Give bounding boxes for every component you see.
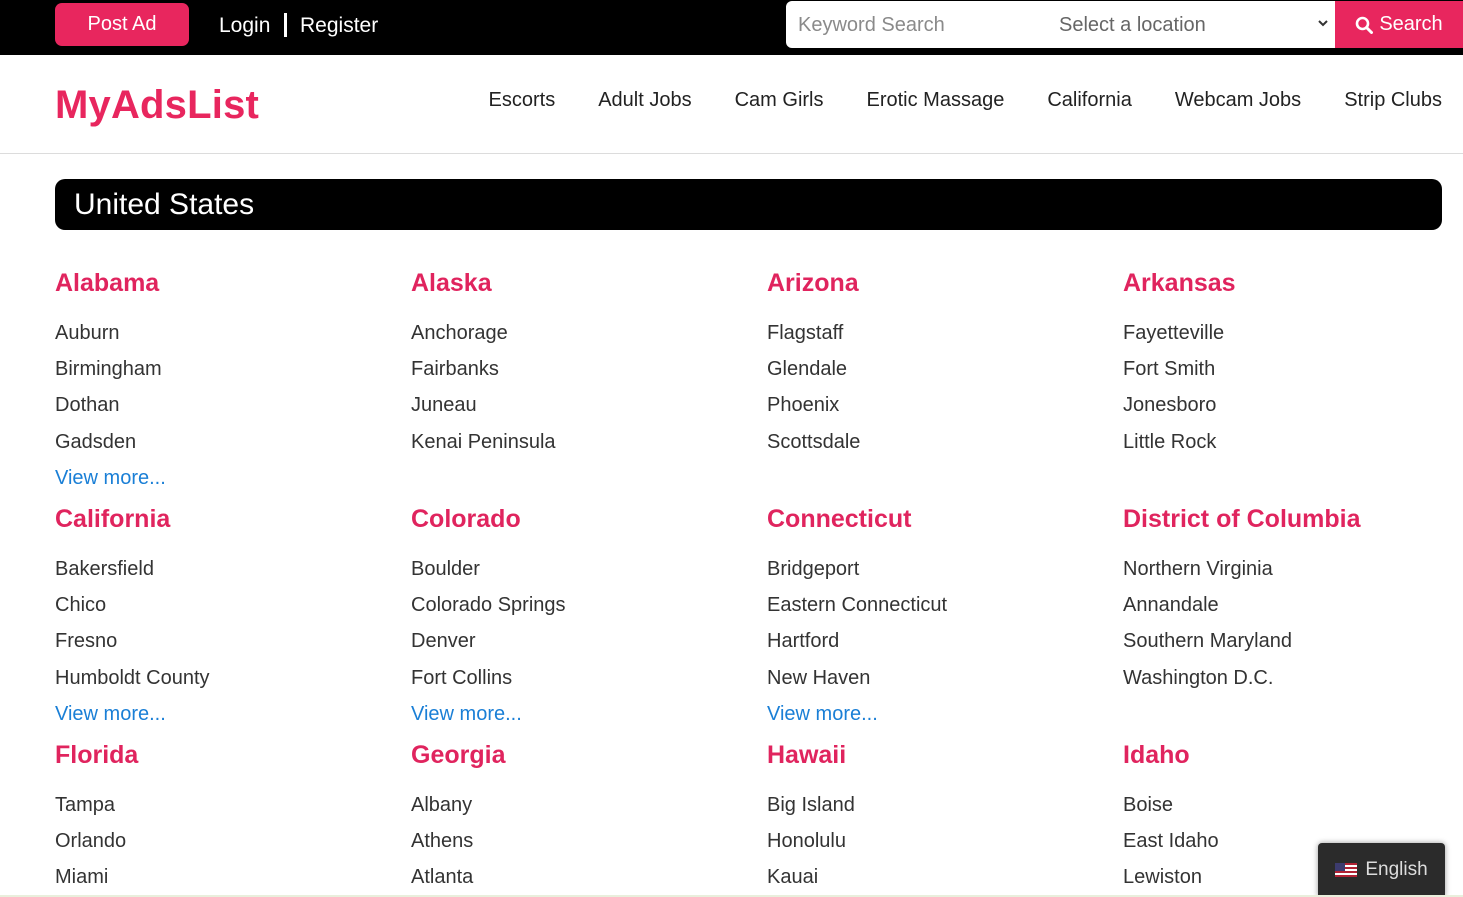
city-link[interactable]: Auburn xyxy=(55,315,395,351)
city-link[interactable]: Denver xyxy=(411,623,751,659)
state-title[interactable]: Arkansas xyxy=(1123,268,1463,298)
state-block: District of Columbia Northern Virginia A… xyxy=(1123,504,1463,696)
city-link[interactable]: Washington D.C. xyxy=(1123,660,1463,696)
register-link[interactable]: Register xyxy=(300,13,378,39)
city-link[interactable]: Dothan xyxy=(55,387,395,423)
state-block: California Bakersfield Chico Fresno Humb… xyxy=(55,504,395,732)
search-box: Select a location xyxy=(786,1,1336,48)
us-flag-icon xyxy=(1335,863,1358,877)
city-link[interactable]: Birmingham xyxy=(55,351,395,387)
city-link[interactable]: Gadsden xyxy=(55,424,395,460)
city-link[interactable]: Fresno xyxy=(55,623,395,659)
view-more-link[interactable]: View more... xyxy=(411,696,751,732)
country-banner: United States xyxy=(55,179,1442,230)
city-link[interactable]: Athens xyxy=(411,823,751,859)
state-block: Colorado Boulder Colorado Springs Denver… xyxy=(411,504,751,732)
location-select-value: Select a location xyxy=(1059,13,1206,36)
city-link[interactable]: Fairbanks xyxy=(411,351,751,387)
city-link[interactable]: Bridgeport xyxy=(767,551,1107,587)
city-link[interactable]: Fort Smith xyxy=(1123,351,1463,387)
nav-item-cam-girls[interactable]: Cam Girls xyxy=(735,87,824,113)
main-nav: Escorts Adult Jobs Cam Girls Erotic Mass… xyxy=(446,87,1442,113)
site-logo[interactable]: MyAdsList xyxy=(55,82,259,128)
city-link[interactable]: Atlanta xyxy=(411,859,751,895)
city-link[interactable]: Chico xyxy=(55,587,395,623)
state-block: Connecticut Bridgeport Eastern Connectic… xyxy=(767,504,1107,732)
city-link[interactable]: Kauai xyxy=(767,859,1107,895)
city-link[interactable]: Eastern Connecticut xyxy=(767,587,1107,623)
state-title[interactable]: Idaho xyxy=(1123,740,1463,770)
search-button-label: Search xyxy=(1379,13,1443,35)
language-switcher[interactable]: English xyxy=(1318,843,1445,897)
city-link[interactable]: Big Island xyxy=(767,787,1107,823)
state-title[interactable]: District of Columbia xyxy=(1123,504,1463,534)
state-block: Florida Tampa Orlando Miami xyxy=(55,740,395,896)
nav-item-erotic-massage[interactable]: Erotic Massage xyxy=(867,87,1005,113)
state-title[interactable]: Hawaii xyxy=(767,740,1107,770)
state-block: Georgia Albany Athens Atlanta xyxy=(411,740,751,896)
city-link[interactable]: Anchorage xyxy=(411,315,751,351)
site-header: MyAdsList Escorts Adult Jobs Cam Girls E… xyxy=(0,55,1463,154)
city-link[interactable]: Juneau xyxy=(411,387,751,423)
country-title: United States xyxy=(74,188,255,221)
state-title[interactable]: Alabama xyxy=(55,268,395,298)
city-link[interactable]: Phoenix xyxy=(767,387,1107,423)
city-link[interactable]: Bakersfield xyxy=(55,551,395,587)
search-button[interactable]: Search xyxy=(1335,1,1463,48)
chevron-down-icon xyxy=(1317,16,1329,34)
city-link[interactable]: Hartford xyxy=(767,623,1107,659)
city-link[interactable]: Glendale xyxy=(767,351,1107,387)
state-title[interactable]: Florida xyxy=(55,740,395,770)
location-select[interactable]: Select a location xyxy=(1059,9,1331,41)
state-block: Alaska Anchorage Fairbanks Juneau Kenai … xyxy=(411,268,751,460)
city-link[interactable]: Fayetteville xyxy=(1123,315,1463,351)
login-link[interactable]: Login xyxy=(219,13,270,39)
city-link[interactable]: Annandale xyxy=(1123,587,1463,623)
post-ad-button[interactable]: Post Ad xyxy=(55,3,189,46)
state-title[interactable]: California xyxy=(55,504,395,534)
city-link[interactable]: Boise xyxy=(1123,787,1463,823)
nav-item-webcam-jobs[interactable]: Webcam Jobs xyxy=(1175,87,1301,113)
search-icon xyxy=(1355,16,1374,34)
city-link[interactable]: Boulder xyxy=(411,551,751,587)
city-link[interactable]: Orlando xyxy=(55,823,395,859)
city-link[interactable]: Scottsdale xyxy=(767,424,1107,460)
city-link[interactable]: Miami xyxy=(55,859,395,895)
auth-divider xyxy=(284,13,287,37)
state-title[interactable]: Connecticut xyxy=(767,504,1107,534)
city-link[interactable]: Fort Collins xyxy=(411,660,751,696)
state-block: Alabama Auburn Birmingham Dothan Gadsden… xyxy=(55,268,395,496)
city-link[interactable]: Honolulu xyxy=(767,823,1107,859)
city-link[interactable]: Tampa xyxy=(55,787,395,823)
nav-item-strip-clubs[interactable]: Strip Clubs xyxy=(1344,87,1442,113)
city-link[interactable]: Kenai Peninsula xyxy=(411,424,751,460)
view-more-link[interactable]: View more... xyxy=(55,696,395,732)
city-link[interactable]: Southern Maryland xyxy=(1123,623,1463,659)
city-link[interactable]: Little Rock xyxy=(1123,424,1463,460)
language-label: English xyxy=(1365,859,1428,880)
state-block: Arizona Flagstaff Glendale Phoenix Scott… xyxy=(767,268,1107,460)
nav-item-california[interactable]: California xyxy=(1047,87,1131,113)
city-link[interactable]: Northern Virginia xyxy=(1123,551,1463,587)
view-more-link[interactable]: View more... xyxy=(55,460,395,496)
state-title[interactable]: Arizona xyxy=(767,268,1107,298)
city-link[interactable]: Humboldt County xyxy=(55,660,395,696)
nav-item-adult-jobs[interactable]: Adult Jobs xyxy=(598,87,691,113)
city-link[interactable]: Colorado Springs xyxy=(411,587,751,623)
top-bar: Post Ad Login Register Select a location… xyxy=(0,0,1463,55)
state-block: Arkansas Fayetteville Fort Smith Jonesbo… xyxy=(1123,268,1463,460)
state-block: Hawaii Big Island Honolulu Kauai xyxy=(767,740,1107,896)
view-more-link[interactable]: View more... xyxy=(767,696,1107,732)
state-title[interactable]: Georgia xyxy=(411,740,751,770)
state-title[interactable]: Colorado xyxy=(411,504,751,534)
city-link[interactable]: Flagstaff xyxy=(767,315,1107,351)
keyword-search-input[interactable] xyxy=(798,9,1038,41)
city-link[interactable]: New Haven xyxy=(767,660,1107,696)
city-link[interactable]: Albany xyxy=(411,787,751,823)
state-title[interactable]: Alaska xyxy=(411,268,751,298)
city-link[interactable]: Jonesboro xyxy=(1123,387,1463,423)
nav-item-escorts[interactable]: Escorts xyxy=(489,87,556,113)
